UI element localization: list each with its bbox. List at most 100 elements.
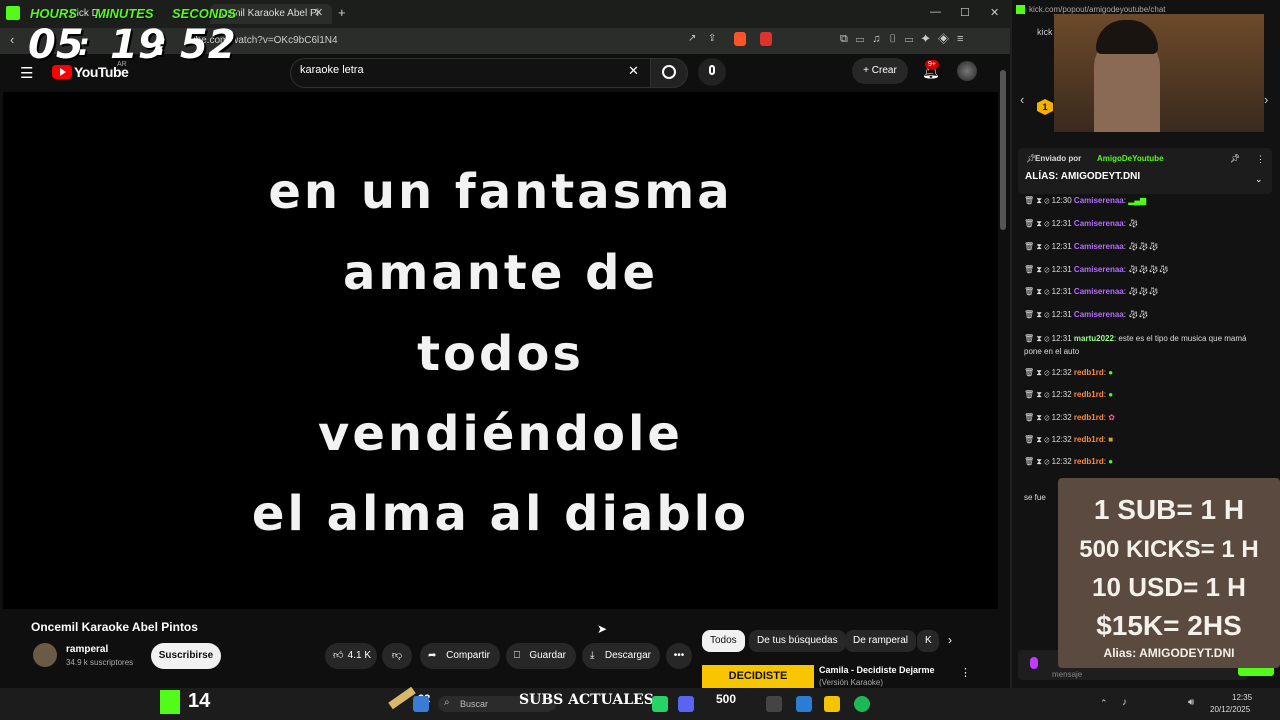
save-button[interactable]: ⎕ Guardar (506, 643, 576, 669)
emote-icon: 🧦︎🧦︎🧦︎ (1128, 287, 1159, 296)
tray-chevron-icon[interactable]: ⌃ (1100, 698, 1108, 709)
recommended-title[interactable]: Camila - Decidiste Dejarme (819, 665, 935, 675)
plus-icon: + (863, 65, 872, 76)
new-tab-icon[interactable]: + (338, 5, 346, 20)
next-arrow-icon[interactable]: › (1264, 92, 1268, 107)
voice-search-button[interactable] (698, 58, 726, 86)
address-field[interactable]: ube.com/watch?v=OKc9bC6l1N4 (190, 32, 710, 50)
search-button[interactable] (650, 58, 688, 88)
more-actions-button[interactable]: ••• (666, 643, 692, 669)
msg-user[interactable]: Camiserenaa (1074, 310, 1124, 319)
open-external-icon[interactable]: ↗ (688, 33, 696, 44)
minimize-icon[interactable]: — (930, 6, 941, 18)
unpin-icon[interactable]: 📌︎ (1230, 154, 1240, 163)
toolbar-extensions-icon[interactable]: ⧉▭♫▯▭✦◈≡ (840, 33, 971, 46)
msg-user[interactable]: martu2022 (1074, 334, 1114, 343)
settings-icon[interactable] (766, 696, 782, 712)
page-scrollbar[interactable] (1000, 70, 1006, 230)
trash-icon[interactable]: 🗑︎ ⧗ ⊘ (1024, 242, 1052, 251)
msg-user[interactable]: Camiserenaa (1074, 265, 1124, 274)
msg-user[interactable]: redb1rd (1074, 413, 1104, 422)
start-menu-icon[interactable] (413, 696, 429, 712)
download-button[interactable]: ⤓ Descargar (582, 643, 660, 669)
trash-icon[interactable]: 🗑︎ ⧗ ⊘ (1024, 265, 1052, 274)
kick-logo-icon (160, 690, 180, 714)
recommended-menu-icon[interactable]: ⋮ (960, 666, 971, 679)
msg-user[interactable]: redb1rd (1074, 390, 1104, 399)
create-button[interactable]: + Crear (852, 58, 908, 84)
create-label: Crear (871, 65, 897, 76)
rewards-icon[interactable] (760, 32, 772, 46)
volume-icon[interactable]: 🔊︎ (1188, 697, 1194, 708)
msg-time: 12:31 (1051, 310, 1072, 319)
spotify-icon[interactable] (854, 696, 870, 712)
chat-message: 🗑︎ ⧗ ⊘ 12:31 Camiserenaa: 🧦︎🧦︎🧦︎ (1024, 287, 1159, 297)
trash-icon[interactable]: 🗑︎ ⧗ ⊘ (1024, 457, 1052, 466)
msg-text: : (1103, 435, 1106, 444)
mic-tray-icon[interactable]: ♪ (1122, 697, 1127, 708)
recommended-thumbnail[interactable]: DECIDISTE DEJARME (702, 665, 814, 688)
msg-user[interactable]: redb1rd (1074, 457, 1104, 466)
chip-all[interactable]: Todos (702, 630, 745, 652)
back-icon[interactable]: ‹ (10, 32, 14, 47)
notepad-icon[interactable] (796, 696, 812, 712)
trash-icon[interactable]: 🗑︎ ⧗ ⊘ (1024, 368, 1052, 377)
msg-user[interactable]: Camiserenaa (1074, 196, 1124, 205)
close-window-icon[interactable]: ✕ (990, 6, 999, 19)
msg-time: 12:30 (1051, 196, 1072, 205)
whatsapp-icon[interactable] (652, 696, 668, 712)
trash-icon[interactable]: 🗑︎ ⧗ ⊘ (1024, 435, 1052, 444)
timer-hours-label: HOURS (30, 6, 77, 21)
chat-url[interactable]: kick.com/popout/amigodeyoutube/chat (1029, 5, 1166, 14)
pinned-menu-icon[interactable]: ⋮ (1256, 154, 1265, 165)
taskbar-search-placeholder: Buscar (460, 699, 489, 709)
msg-user[interactable]: Camiserenaa (1074, 219, 1124, 228)
chat-message: 🗑︎ ⧗ ⊘ 12:32 redb1rd: ✿ (1024, 413, 1115, 423)
chevron-down-icon[interactable]: ⌄ (1255, 174, 1263, 185)
trash-icon[interactable]: 🗑︎ ⧗ ⊘ (1024, 287, 1052, 296)
chevron-right-icon[interactable]: › (948, 633, 952, 647)
clock-date[interactable]: 20/12/2025 (1210, 705, 1250, 714)
video-player[interactable]: en un fantasma amante de todos vendiéndo… (3, 92, 998, 609)
msg-user[interactable]: redb1rd (1074, 368, 1104, 377)
webcam-feed (1054, 14, 1264, 132)
chip-channel[interactable]: De ramperal (845, 630, 917, 652)
discord-icon[interactable] (678, 696, 694, 712)
app-icon[interactable] (824, 696, 840, 712)
msg-time: 12:32 (1051, 368, 1072, 377)
clock-time[interactable]: 12:35 (1232, 693, 1252, 702)
trash-icon[interactable]: 🗑︎ ⧗ ⊘ (1024, 413, 1052, 422)
notification-badge: 9+ (925, 60, 939, 69)
msg-user[interactable]: Camiserenaa (1074, 242, 1124, 251)
msg-text: : (1103, 413, 1106, 422)
trash-icon[interactable]: 🗑︎ ⧗ ⊘ (1024, 310, 1052, 319)
sign-line: 500 KICKS= 1 H (1079, 536, 1259, 563)
trash-icon[interactable]: 🗑︎ ⧗ ⊘ (1024, 219, 1052, 228)
channel-name[interactable]: ramperal (66, 644, 108, 655)
prev-arrow-icon[interactable]: ‹ (1020, 92, 1024, 107)
maximize-icon[interactable]: ☐ (960, 6, 970, 19)
channel-avatar[interactable] (33, 643, 57, 667)
share-page-icon[interactable]: ⇪ (708, 33, 716, 44)
share-button[interactable]: ➦ Compartir (420, 643, 500, 669)
emote-icon: 🧦︎🧦︎🧦︎🧦︎ (1128, 265, 1169, 274)
like-button[interactable]: 👍︎ 4.1 K (325, 643, 377, 669)
msg-user[interactable]: redb1rd (1074, 435, 1104, 444)
subscribe-button[interactable]: Suscribirse (151, 643, 221, 669)
trash-icon[interactable]: 🗑︎ ⧗ ⊘ (1024, 390, 1052, 399)
chat-message: 🗑︎ ⧗ ⊘ 12:32 redb1rd: ● (1024, 457, 1113, 467)
pinned-user[interactable]: AmigoDeYoutube (1097, 154, 1164, 163)
dislike-button[interactable]: 👎︎ (382, 643, 412, 669)
trash-icon[interactable]: 🗑︎ ⧗ ⊘ (1024, 196, 1052, 205)
chip-more[interactable]: K (917, 630, 939, 652)
trash-icon[interactable]: 🗑︎ ⧗ ⊘ (1024, 334, 1052, 343)
chip-searches[interactable]: De tus búsquedas (749, 630, 846, 652)
avatar[interactable] (957, 61, 977, 81)
msg-user[interactable]: Camiserenaa (1074, 287, 1124, 296)
brave-shield-icon[interactable] (734, 32, 746, 46)
clear-search-icon[interactable]: ✕ (628, 63, 639, 79)
chat-short-title: kick (1037, 27, 1053, 37)
close-tab-icon[interactable]: ✕ (314, 6, 323, 19)
rules-sign: 1 SUB= 1 H 500 KICKS= 1 H 10 USD= 1 H $1… (1058, 478, 1280, 668)
emote-picker-icon[interactable] (1030, 657, 1038, 669)
